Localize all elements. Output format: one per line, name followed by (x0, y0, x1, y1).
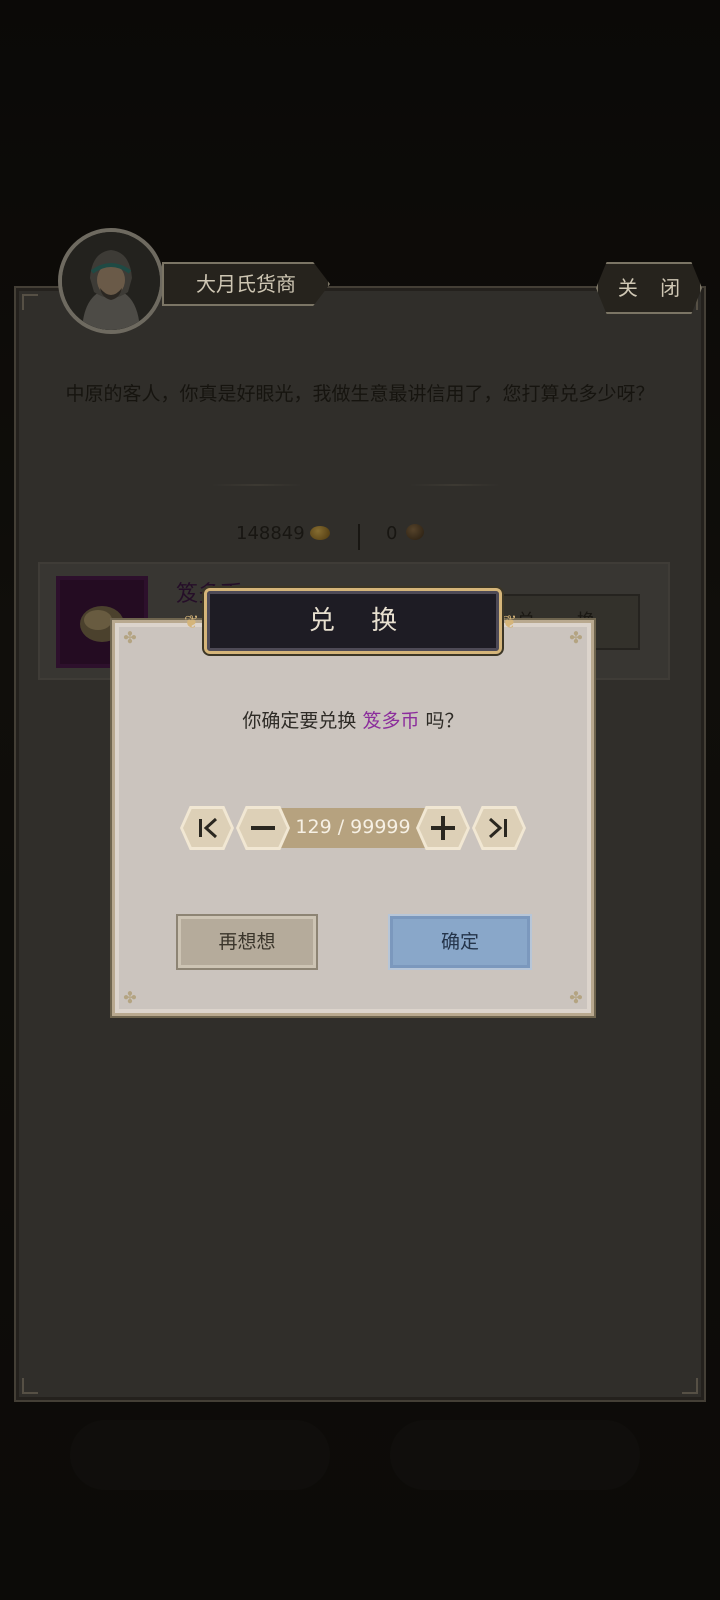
corner-ornament-icon: ✤ (569, 628, 583, 647)
corner-ornament-icon: ✤ (569, 988, 583, 1007)
close-button[interactable]: 关 闭 (596, 262, 702, 314)
title-wing-ornament-icon: ❦ (502, 612, 518, 633)
question-item-name: 笈多币 (362, 710, 420, 732)
dialog-title: 兑 换 (204, 588, 502, 654)
min-quantity-button[interactable] (180, 806, 234, 850)
increase-quantity-button[interactable] (416, 806, 470, 850)
skip-to-min-icon (183, 809, 231, 847)
corner-ornament-icon: ✤ (123, 628, 137, 647)
confirm-question: 你确定要兑换 笈多币 吗？ (112, 706, 594, 733)
title-wing-ornament-icon: ❦ (184, 612, 200, 633)
question-prefix: 你确定要兑换 (242, 710, 357, 732)
decrease-quantity-button[interactable] (236, 806, 290, 850)
quantity-display: 129 / 99999 (295, 816, 411, 838)
minus-icon (239, 809, 287, 847)
question-suffix: 吗？ (425, 710, 464, 732)
plus-icon (419, 809, 467, 847)
merchant-name-tab: 大月氏货商 (162, 262, 330, 306)
max-quantity-button[interactable] (472, 806, 526, 850)
confirm-button[interactable]: 确定 (388, 914, 532, 970)
merchant-avatar (58, 228, 164, 334)
cancel-button[interactable]: 再想想 (176, 914, 318, 970)
skip-to-max-icon (475, 809, 523, 847)
corner-ornament-icon: ✤ (123, 988, 137, 1007)
